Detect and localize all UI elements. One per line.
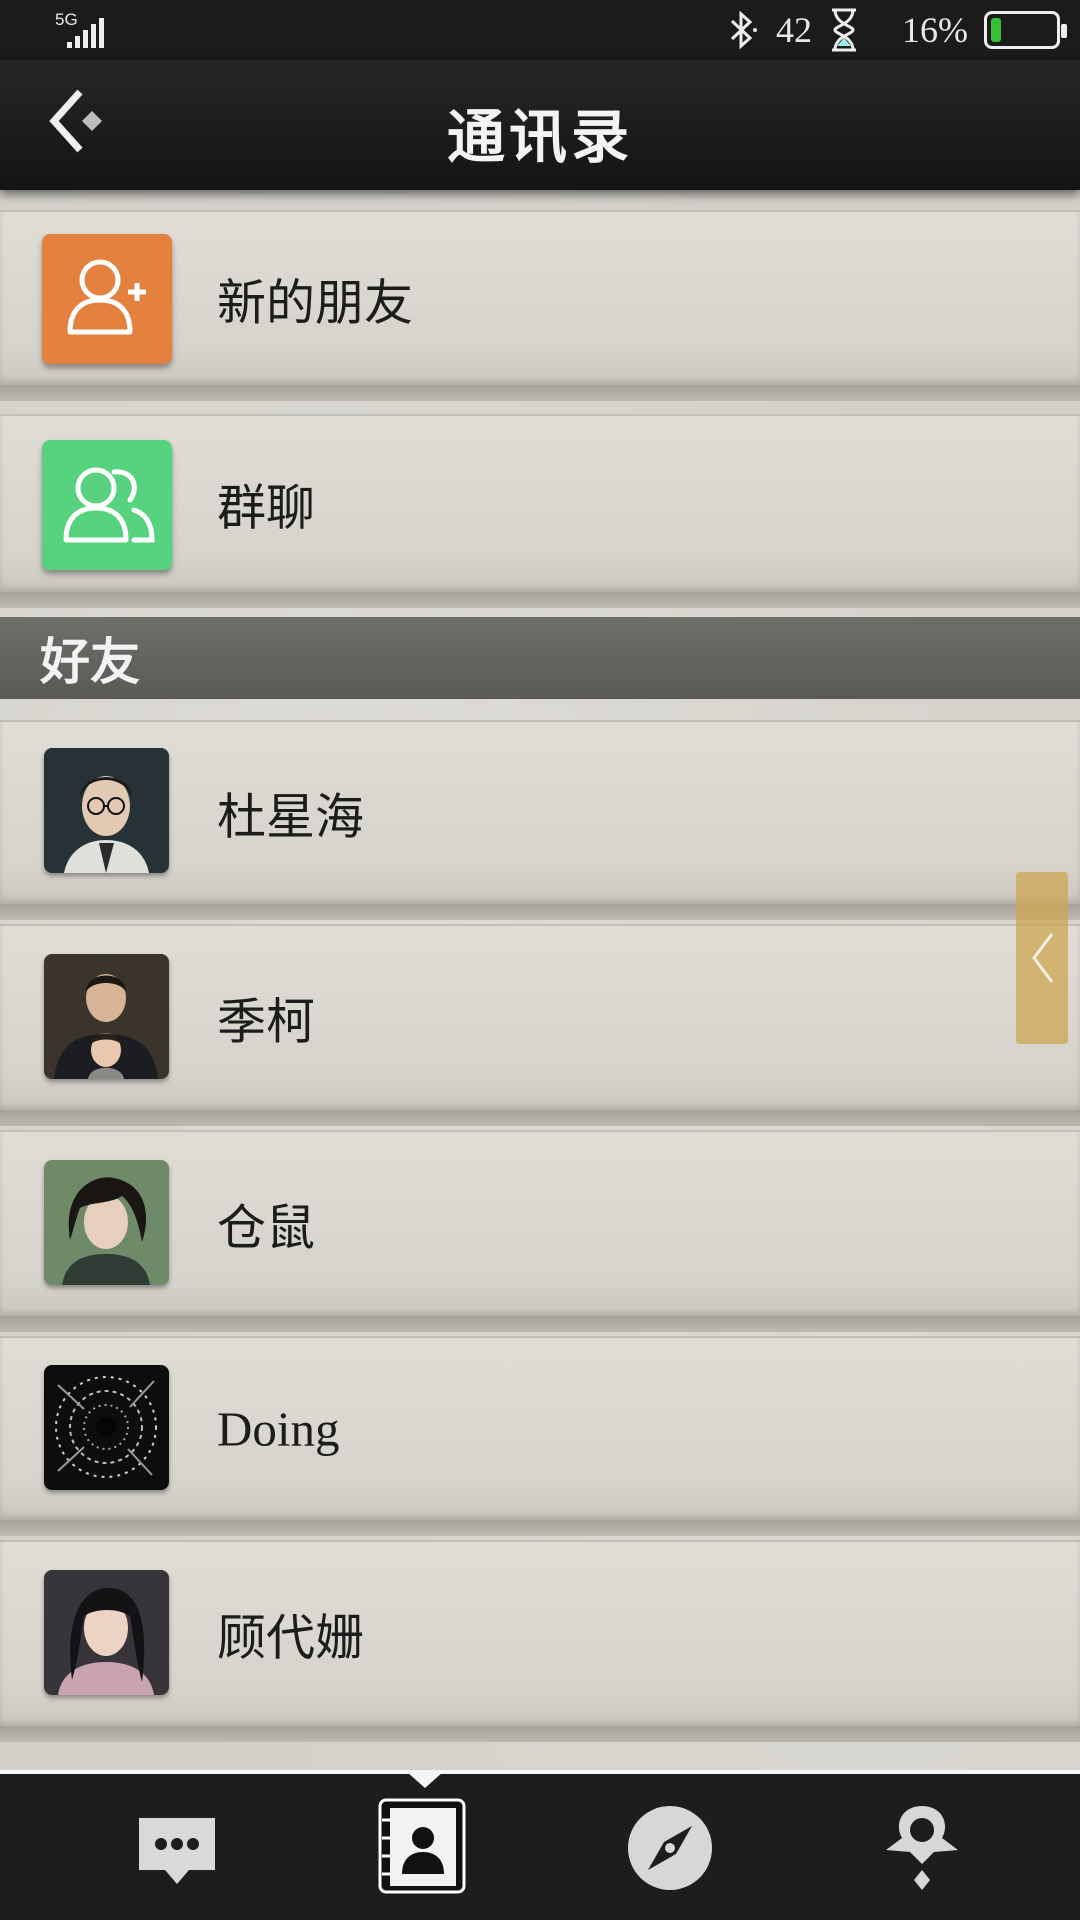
contact-row[interactable]: 顾代姗 <box>0 1540 1080 1742</box>
man-with-child-avatar <box>44 954 169 1079</box>
bluetooth-icon <box>730 10 757 50</box>
status-bar: 5G 42 16% <box>0 0 1080 60</box>
group-chat-row[interactable]: 群聊 <box>0 414 1080 608</box>
woman-short-hair-avatar <box>44 1160 169 1285</box>
man-glasses-avatar <box>44 748 169 873</box>
formula-swirl-avatar <box>44 1365 169 1490</box>
page-title: 通讯录 <box>446 103 633 171</box>
tab-me[interactable] <box>872 1798 972 1898</box>
hourglass-icon <box>832 8 856 52</box>
tab-discover[interactable] <box>620 1798 720 1898</box>
active-tab-indicator <box>407 1772 443 1788</box>
contact-name: 季柯 <box>217 993 316 1051</box>
contact-row[interactable]: 杜星海 <box>0 720 1080 920</box>
friends-section-header: 好友 <box>0 617 1080 699</box>
add-friend-icon <box>42 234 172 364</box>
group-chat-icon <box>42 440 172 570</box>
new-friends-label: 新的朋友 <box>217 274 414 331</box>
group-chat-label: 群聊 <box>217 479 316 537</box>
tab-messages[interactable] <box>127 1798 227 1898</box>
contacts-list: 新的朋友 群聊 好友 杜星海 季柯 仓鼠 Doing 顾代姗 <box>0 190 1080 1770</box>
signal-bars-icon <box>67 18 104 48</box>
chevron-left-icon <box>1032 933 1054 983</box>
bottom-tab-bar <box>0 1770 1080 1920</box>
contact-row[interactable]: 仓鼠 <box>0 1130 1080 1332</box>
contact-name: 顾代姗 <box>217 1609 365 1667</box>
navigation-header: 通讯录 <box>0 60 1080 190</box>
section-title: 好友 <box>40 632 140 691</box>
contact-name: 仓鼠 <box>217 1199 316 1257</box>
tab-contacts[interactable] <box>372 1796 472 1896</box>
battery-icon <box>984 11 1067 49</box>
contact-name: Doing <box>217 1401 340 1457</box>
battery-percent: 16% <box>902 10 968 50</box>
signal-indicator: 5G <box>55 10 115 50</box>
side-drawer-handle[interactable] <box>1016 872 1068 1044</box>
contact-row[interactable]: Doing <box>0 1336 1080 1536</box>
woman-long-hair-avatar <box>44 1570 169 1695</box>
temperature-text: 42 <box>776 10 812 50</box>
battery-fill <box>991 18 1001 42</box>
new-friends-row[interactable]: 新的朋友 <box>0 210 1080 401</box>
contact-row[interactable]: 季柯 <box>0 924 1080 1126</box>
contact-name: 杜星海 <box>217 788 365 846</box>
